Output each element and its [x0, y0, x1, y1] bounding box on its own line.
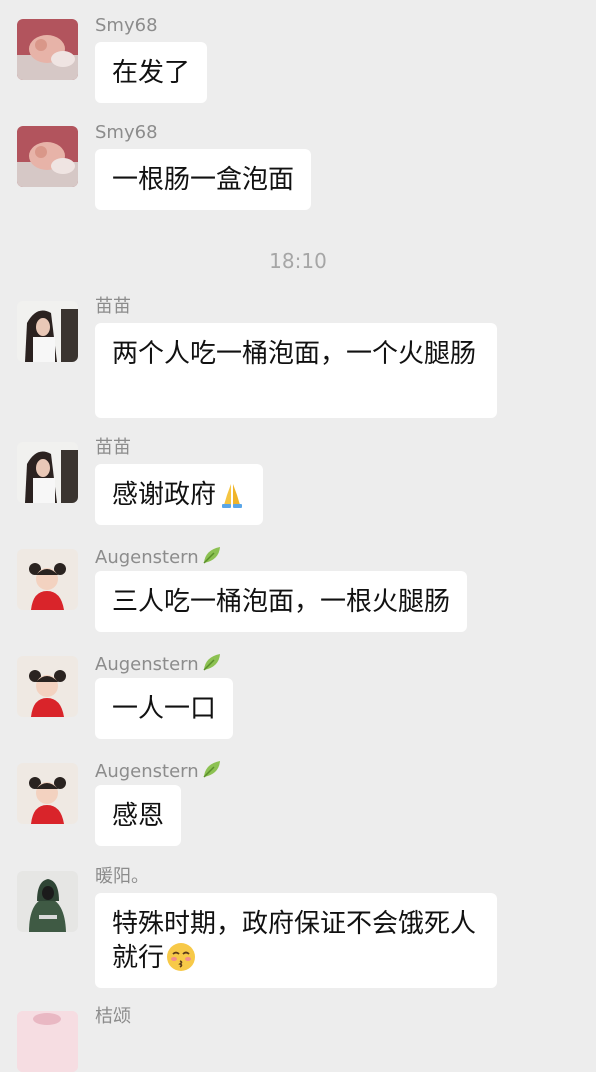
message-bubble[interactable]: 两个人吃一桶泡面，一个火腿肠: [95, 323, 497, 418]
message-bubble[interactable]: 一根肠一盒泡面: [95, 149, 312, 210]
augenstern-avatar[interactable]: [17, 656, 78, 717]
augenstern-avatar[interactable]: [17, 763, 78, 824]
leaf-icon: [201, 758, 223, 786]
message-bubble[interactable]: 一人一口: [95, 678, 234, 739]
sender-name: 苗苗: [95, 296, 131, 317]
sender-name: 桔颂: [95, 1006, 131, 1027]
sender-name: Augenstern: [95, 651, 223, 679]
jusong-avatar[interactable]: [17, 1011, 78, 1072]
message-bubble[interactable]: 在发了: [95, 42, 208, 103]
child-photo-avatar-icon: [17, 549, 78, 610]
augenstern-avatar[interactable]: [17, 549, 78, 610]
miaomiao-avatar[interactable]: [17, 301, 78, 362]
sender-name: 苗苗: [95, 437, 131, 458]
smy68-avatar[interactable]: [17, 126, 78, 187]
hand-photo-avatar-icon: [17, 19, 78, 80]
child-photo-avatar-icon: [17, 656, 78, 717]
sender-name: Smy68: [95, 122, 158, 143]
sender-name: 暖阳。: [95, 866, 149, 887]
leaf-icon: [201, 544, 223, 572]
sender-name: Augenstern: [95, 544, 223, 572]
sender-name-text: Augenstern: [95, 761, 199, 782]
kissing-face-emoji-icon: [166, 942, 196, 981]
leaf-icon: [201, 651, 223, 679]
message-bubble[interactable]: 三人吃一桶泡面，一根火腿肠: [95, 571, 468, 632]
miaomiao-avatar[interactable]: [17, 442, 78, 503]
hooded-figure-avatar-icon: [17, 871, 78, 932]
sender-name: Augenstern: [95, 758, 223, 786]
sender-name: Smy68: [95, 15, 158, 36]
girl-photo-avatar-icon: [17, 301, 78, 362]
message-bubble[interactable]: 感恩: [95, 785, 182, 846]
nuanyang-avatar[interactable]: [17, 871, 78, 932]
smy68-avatar[interactable]: [17, 19, 78, 80]
timestamp: 18:10: [269, 249, 327, 273]
message-bubble[interactable]: 特殊时期，政府保证不会饿死人就行: [95, 893, 497, 988]
folded-hands-emoji-icon: [218, 481, 246, 518]
message-bubble[interactable]: 感谢政府: [95, 464, 264, 525]
sender-name-text: Augenstern: [95, 654, 199, 675]
message-text: 感谢政府: [112, 480, 217, 510]
girl-photo-avatar-icon: [17, 442, 78, 503]
sender-name-text: Augenstern: [95, 547, 199, 568]
hand-photo-avatar-icon: [17, 126, 78, 187]
partial-avatar-icon: [17, 1011, 78, 1072]
child-photo-avatar-icon: [17, 763, 78, 824]
